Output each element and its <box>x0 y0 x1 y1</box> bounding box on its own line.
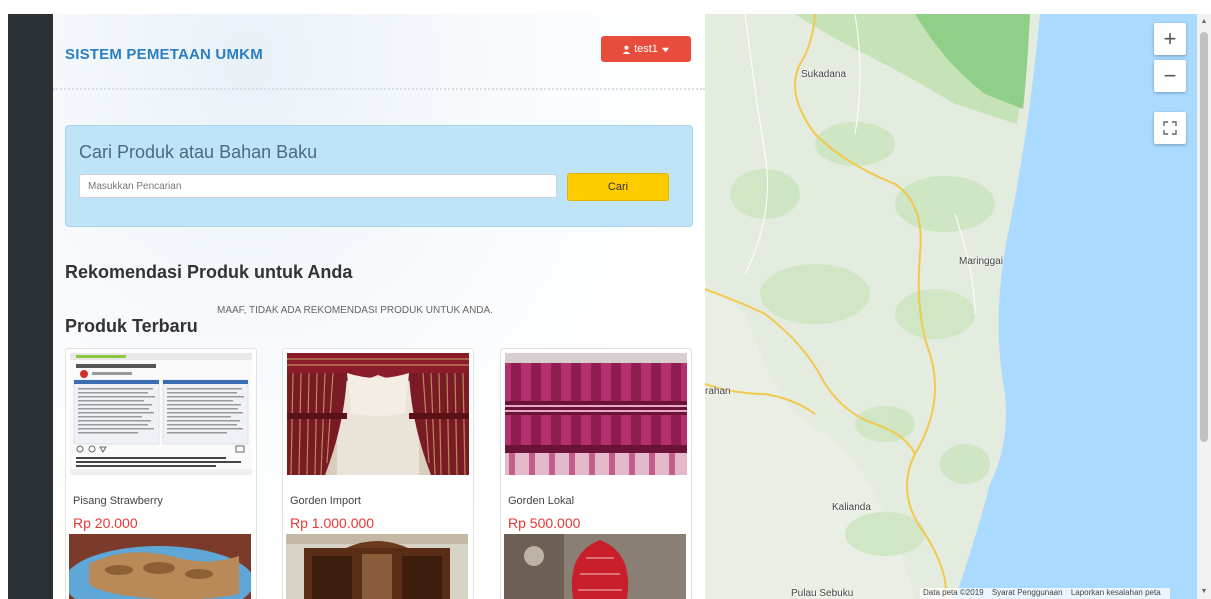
search-panel: Cari Produk atau Bahan Baku Cari <box>65 125 693 227</box>
scroll-up-arrow-icon[interactable]: ▲ <box>1200 18 1208 26</box>
product-image-curtain <box>287 353 469 475</box>
zoom-in-button[interactable]: + <box>1154 23 1186 55</box>
product-image-chair[interactable] <box>504 534 686 599</box>
scroll-down-arrow-icon[interactable]: ▼ <box>1200 588 1208 596</box>
scrollbar-thumb[interactable] <box>1200 32 1208 442</box>
product-name: Pisang Strawberry <box>73 495 163 507</box>
map-label: Maringgai <box>959 256 1003 267</box>
terms-link[interactable]: Syarat Penggunaan <box>992 588 1063 597</box>
no-recommendation-message: MAAF, TIDAK ADA REKOMENDASI PRODUK UNTUK… <box>217 305 493 316</box>
header-divider <box>53 88 705 90</box>
map-label: Pulau Sebuku <box>791 588 854 599</box>
product-price: Rp 500.000 <box>508 515 581 531</box>
content-panel: SISTEM PEMETAAN UMKM test1 Cari Produk a… <box>53 14 705 599</box>
top-strip <box>0 0 1211 14</box>
map-view[interactable]: Sukadana Maringgai rahan Kalianda Pulau … <box>705 14 1197 599</box>
map-data-credit: Data peta ©2019 <box>923 588 984 597</box>
report-error-link[interactable]: Laporkan kesalahan peta <box>1071 588 1161 597</box>
latest-products-heading: Produk Terbaru <box>65 316 198 336</box>
product-image-curtain-pink <box>505 353 687 475</box>
product-image-cabinet[interactable] <box>286 534 468 599</box>
map-label: Sukadana <box>801 69 847 80</box>
map-canvas[interactable] <box>705 14 1197 599</box>
product-image-food[interactable] <box>69 534 251 599</box>
product-name: Gorden Import <box>290 495 361 507</box>
user-name: test1 <box>634 43 658 55</box>
map-attribution: Data peta ©2019 Syarat Penggunaan Lapork… <box>920 588 1170 599</box>
fullscreen-icon <box>1163 121 1177 135</box>
search-button[interactable]: Cari <box>567 173 669 201</box>
recommendation-heading: Rekomendasi Produk untuk Anda <box>65 262 353 282</box>
map-label: rahan <box>705 386 731 397</box>
app-brand[interactable]: SISTEM PEMETAAN UMKM <box>65 46 263 63</box>
product-name: Gorden Lokal <box>508 495 575 507</box>
product-price: Rp 20.000 <box>73 515 138 531</box>
zoom-out-icon: − <box>1163 63 1177 88</box>
user-icon <box>622 45 631 54</box>
zoom-out-button[interactable]: − <box>1154 60 1186 92</box>
page-scrollbar[interactable]: ▲ ▼ <box>1197 14 1211 599</box>
fullscreen-button[interactable] <box>1154 112 1186 144</box>
search-input[interactable] <box>79 174 557 198</box>
product-price: Rp 1.000.000 <box>290 515 375 531</box>
search-title: Cari Produk atau Bahan Baku <box>79 142 318 162</box>
user-menu-button[interactable]: test1 <box>601 36 691 62</box>
left-dark-rail <box>8 14 53 599</box>
map-label: Kalianda <box>832 502 871 513</box>
product-image-screenshot <box>70 353 252 475</box>
caret-down-icon <box>661 47 670 52</box>
zoom-in-icon: + <box>1163 26 1177 51</box>
